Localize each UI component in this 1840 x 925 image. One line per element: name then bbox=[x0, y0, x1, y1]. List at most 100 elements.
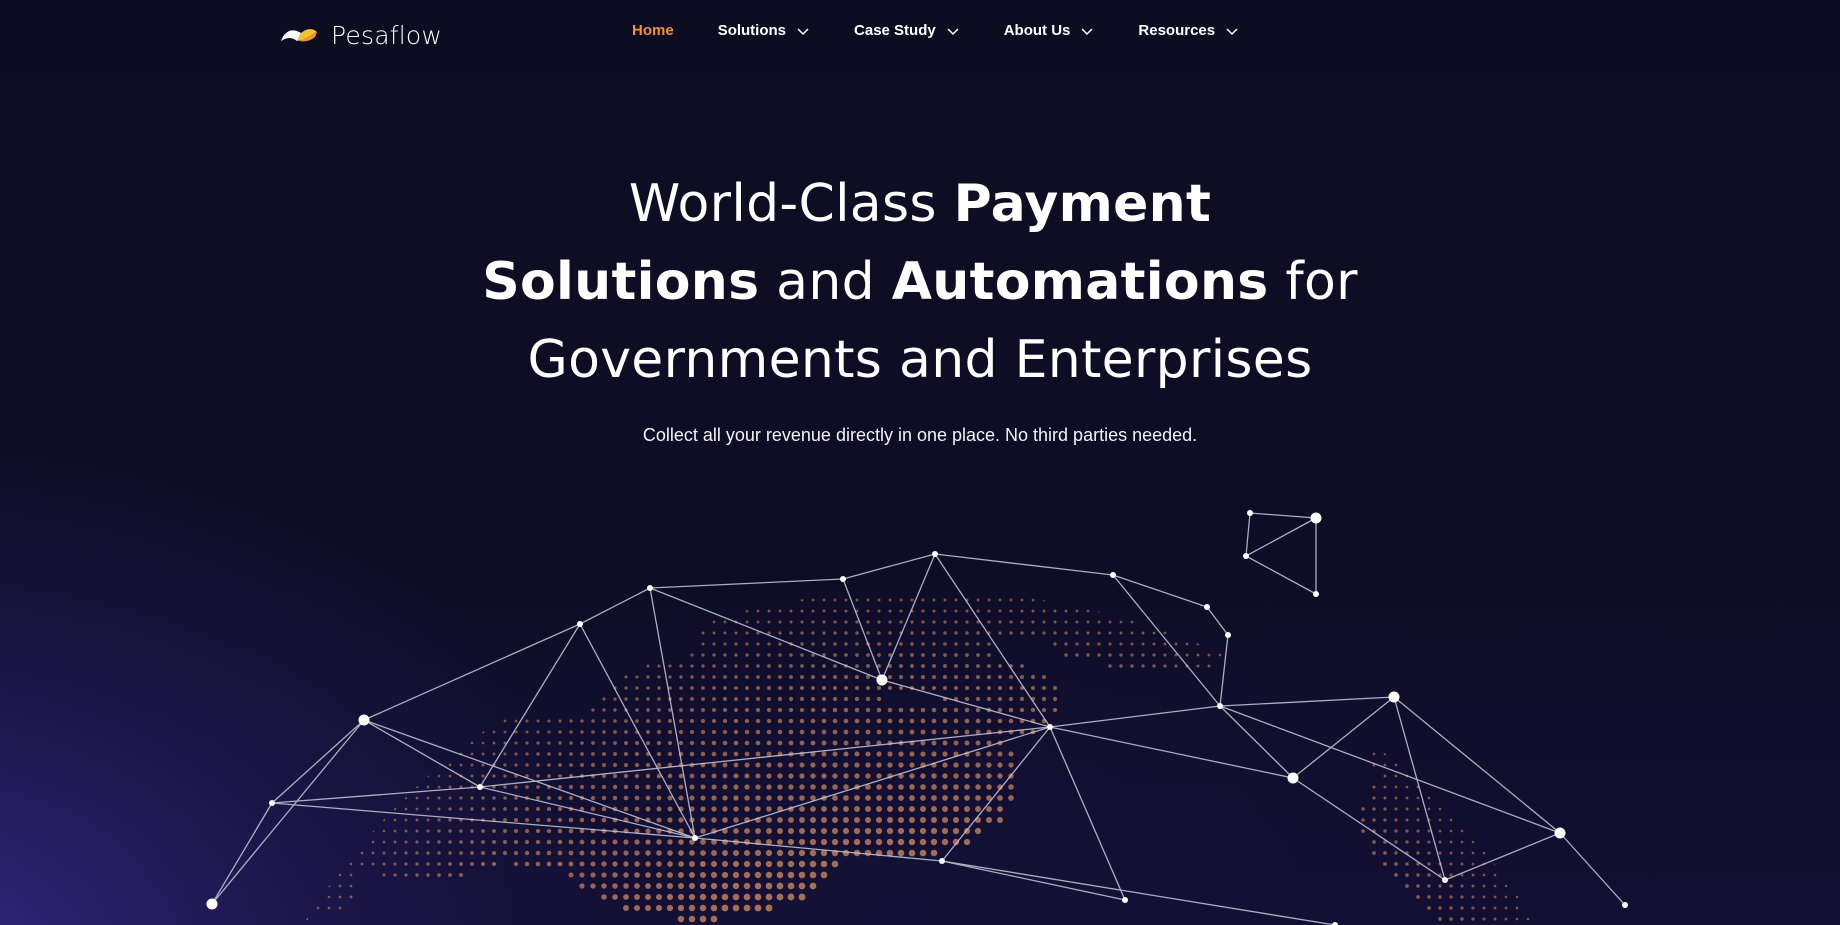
globe-dot bbox=[492, 752, 496, 756]
globe-dot bbox=[481, 851, 485, 855]
globe-dot bbox=[1196, 620, 1200, 624]
globe-dot bbox=[755, 729, 761, 735]
globe-dot bbox=[1482, 895, 1486, 899]
globe-dot bbox=[965, 631, 969, 635]
globe-dot bbox=[1152, 642, 1156, 646]
globe-dot bbox=[887, 729, 893, 735]
nav-item-case-study[interactable]: Case Study bbox=[854, 22, 960, 39]
globe-dot bbox=[634, 806, 640, 812]
globe-dot bbox=[855, 631, 859, 635]
globe-dot bbox=[800, 664, 804, 668]
globe-dot bbox=[470, 741, 474, 745]
globe-dot bbox=[942, 729, 948, 735]
network-line bbox=[1393, 696, 1561, 834]
globe-dot bbox=[733, 828, 739, 834]
globe-dot bbox=[677, 893, 685, 901]
network-line bbox=[1049, 726, 1126, 901]
globe-dot bbox=[788, 729, 794, 735]
globe-dot bbox=[767, 664, 771, 668]
globe-dot bbox=[943, 620, 947, 624]
globe-dot bbox=[492, 807, 496, 811]
globe-dot bbox=[1097, 598, 1101, 602]
globe-dot bbox=[1163, 664, 1167, 668]
globe-dot bbox=[755, 762, 761, 768]
globe-dot bbox=[535, 850, 541, 856]
globe-dot bbox=[799, 762, 805, 768]
top-navigation: Pesaflow Home Solutions Case Study About… bbox=[0, 0, 1840, 68]
globe-dot bbox=[536, 796, 540, 800]
globe-dot bbox=[1438, 807, 1442, 811]
globe-dot bbox=[711, 740, 717, 746]
nav-item-home[interactable]: Home bbox=[632, 22, 674, 39]
globe-dot bbox=[734, 697, 738, 701]
globe-dot bbox=[953, 718, 959, 724]
globe-dot bbox=[745, 642, 749, 646]
globe-dot bbox=[1449, 873, 1453, 877]
globe-dot bbox=[975, 806, 981, 812]
globe-dot bbox=[1361, 818, 1365, 822]
network-line bbox=[1245, 555, 1317, 595]
globe-dot bbox=[799, 707, 805, 713]
globe-dot bbox=[558, 763, 562, 767]
globe-dot bbox=[799, 718, 805, 724]
globe-dot bbox=[1008, 784, 1014, 790]
globe-dot bbox=[998, 675, 1002, 679]
globe-dot bbox=[547, 730, 551, 734]
globe-dot bbox=[1471, 884, 1475, 888]
globe-dot bbox=[865, 696, 871, 702]
globe-dot bbox=[821, 751, 827, 757]
nav-item-resources[interactable]: Resources bbox=[1138, 22, 1239, 39]
globe-dot bbox=[833, 642, 837, 646]
globe-dot bbox=[1174, 642, 1178, 646]
nav-item-solutions[interactable]: Solutions bbox=[718, 22, 810, 39]
globe-dot bbox=[426, 807, 430, 811]
globe-dot bbox=[536, 785, 540, 789]
globe-dot bbox=[888, 609, 892, 613]
globe-dot bbox=[579, 872, 585, 878]
globe-dot bbox=[1141, 653, 1145, 657]
globe-dot bbox=[1097, 631, 1101, 635]
globe-dot bbox=[921, 642, 925, 646]
globe-dot bbox=[1394, 829, 1398, 833]
globe-dot bbox=[998, 631, 1002, 635]
globe-dot bbox=[623, 894, 629, 900]
globe-dot bbox=[942, 674, 948, 680]
globe-dot bbox=[942, 685, 948, 691]
globe-dot bbox=[1009, 598, 1013, 602]
globe-dot bbox=[678, 773, 684, 779]
globe-dot bbox=[646, 730, 650, 734]
globe-dot bbox=[601, 850, 607, 856]
globe-dot bbox=[919, 849, 927, 857]
network-line bbox=[211, 719, 365, 905]
globe-dot bbox=[799, 773, 805, 779]
brand-logo[interactable]: Pesaflow bbox=[279, 19, 442, 51]
globe-dot bbox=[535, 861, 541, 867]
globe-dot bbox=[855, 620, 859, 624]
globe-dot bbox=[646, 686, 650, 690]
globe-dot bbox=[1460, 829, 1464, 833]
globe-dot bbox=[811, 675, 815, 679]
globe-dot bbox=[1405, 829, 1409, 833]
globe-dot bbox=[602, 708, 606, 712]
globe-dot bbox=[513, 839, 519, 845]
globe-dot bbox=[910, 620, 914, 624]
globe-dot bbox=[778, 686, 782, 690]
globe-dot bbox=[1383, 818, 1387, 822]
globe-dot bbox=[699, 882, 707, 890]
globe-dot bbox=[777, 762, 783, 768]
globe-dot bbox=[767, 642, 771, 646]
globe-dot bbox=[459, 829, 463, 833]
globe-dot bbox=[766, 773, 772, 779]
globe-dot bbox=[1031, 609, 1035, 613]
globe-dot bbox=[843, 685, 849, 691]
globe-dot bbox=[965, 642, 969, 646]
globe-dot bbox=[1504, 884, 1508, 888]
globe-dot bbox=[679, 686, 683, 690]
globe-dot bbox=[832, 685, 838, 691]
nav-item-about-us[interactable]: About Us bbox=[1004, 22, 1095, 39]
network-line bbox=[1112, 574, 1221, 707]
globe-dot bbox=[711, 707, 717, 713]
globe-dot bbox=[514, 741, 518, 745]
globe-dot bbox=[525, 730, 529, 734]
globe-dot bbox=[722, 817, 728, 823]
